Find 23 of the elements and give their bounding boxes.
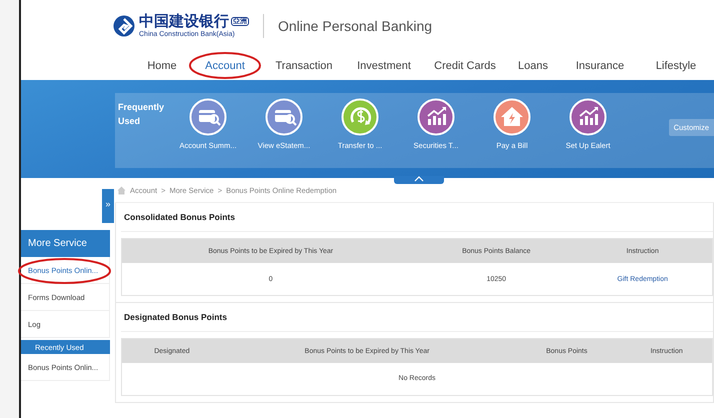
expand-tab[interactable]: »	[102, 189, 114, 223]
nav-tab[interactable]: Investment	[345, 60, 423, 72]
shortcut-icon[interactable]	[189, 98, 227, 136]
shortcut-icon[interactable]	[341, 98, 379, 136]
chevron-up-icon	[414, 176, 424, 182]
sidebar-heading: More Service	[21, 230, 110, 257]
bank-name: 中国建设银行	[139, 12, 229, 30]
shortcut-icon[interactable]	[493, 98, 531, 136]
site-title: Online Personal Banking	[278, 18, 432, 34]
shortcut-icon[interactable]	[417, 98, 455, 136]
frequently-used-heading: Frequently Used	[117, 101, 166, 128]
shortcut-icon[interactable]	[569, 98, 607, 136]
nav-tab[interactable]: Transaction	[263, 60, 345, 72]
nav-tab[interactable]: Insurance	[559, 60, 641, 72]
nav-tab[interactable]: Credit Cards	[423, 60, 507, 72]
nav-tab[interactable]: Loans	[507, 60, 559, 72]
shortcut-icon[interactable]	[265, 98, 303, 136]
bank-logo-icon	[113, 15, 135, 37]
section-title: Consolidated Bonus Points	[121, 203, 713, 232]
nav-tab[interactable]: Home	[137, 60, 187, 72]
collapse-tab[interactable]	[394, 176, 444, 184]
section-title: Designated Bonus Points	[121, 303, 713, 332]
nav-tab[interactable]: Lifestyle	[641, 60, 711, 72]
